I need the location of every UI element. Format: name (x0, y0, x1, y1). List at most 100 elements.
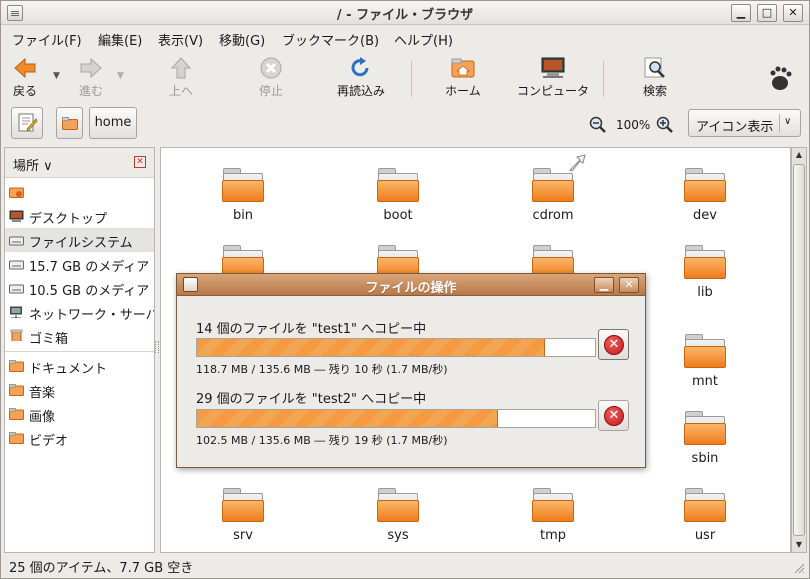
sidebar-item-label: 15.7 GB のメディア (29, 260, 150, 275)
list-item[interactable]: tmp (503, 488, 603, 543)
copy-progress-fill (197, 410, 498, 427)
back-history-chevron-icon[interactable]: ▼ (53, 71, 60, 81)
sidebar-item-pictures[interactable]: 画像 (5, 402, 154, 426)
file-name: boot (383, 208, 413, 223)
back-button[interactable]: 戻る (9, 57, 41, 99)
location-bar: home 100% アイコン表示 ∨ (1, 105, 809, 143)
forward-button[interactable]: 進む (73, 57, 109, 99)
file-operations-dialog: ファイルの操作 ▁ ✕ 14 個のファイルを "test1" へコピー中 118… (176, 273, 646, 468)
drive-icon (9, 260, 24, 270)
minimize-button[interactable]: ▁ (731, 4, 751, 22)
list-item[interactable]: usr (655, 488, 755, 543)
list-item[interactable]: srv (193, 488, 293, 543)
resize-grip-icon[interactable] (793, 562, 805, 574)
reload-button[interactable]: 再読込み (333, 57, 389, 99)
vertical-scrollbar[interactable]: ▲ ▼ (791, 147, 807, 553)
sidebar-item-trash[interactable]: ゴミ箱 (5, 324, 154, 348)
stop-label: 停止 (258, 84, 283, 98)
forward-label: 進む (78, 84, 103, 98)
menu-help[interactable]: ヘルプ(H) (394, 30, 453, 49)
folder-icon (377, 488, 419, 522)
folder-icon (222, 488, 264, 522)
toggle-location-entry-button[interactable] (11, 107, 43, 139)
copy-progress-fill (197, 339, 546, 356)
list-item[interactable]: boot (348, 168, 448, 223)
scroll-up-icon[interactable]: ▲ (792, 148, 806, 162)
view-mode-select[interactable]: アイコン表示 ∨ (688, 109, 801, 137)
list-item[interactable]: sys (348, 488, 448, 543)
copy-operation-label: 14 個のファイルを "test1" へコピー中 (196, 322, 427, 337)
stop-button[interactable]: 停止 (254, 57, 288, 99)
scrollbar-thumb[interactable] (793, 164, 805, 536)
close-sidebar-icon[interactable]: ✕ (134, 156, 146, 168)
dialog-title-bar[interactable]: ファイルの操作 ▁ ✕ (177, 274, 645, 296)
maximize-button[interactable]: □ (757, 4, 777, 22)
drive-icon (9, 284, 24, 294)
toolbar: 戻る ▼ 進む ▼ 上へ 停止 再読込み ホーム コンピュータ 検索 (1, 53, 809, 103)
list-item[interactable]: cdrom (503, 154, 603, 223)
sidebar-item-label: ファイルシステム (29, 236, 133, 251)
sidebar-item-media-10-5[interactable]: 10.5 GB のメディア (5, 276, 154, 300)
file-name: bin (232, 208, 254, 223)
root-path-button[interactable] (56, 107, 83, 139)
menu-bookmarks[interactable]: ブックマーク(B) (282, 30, 379, 49)
menu-bar: ファイル(F) 編集(E) 表示(V) 移動(G) ブックマーク(B) ヘルプ(… (1, 26, 809, 50)
file-name: sbin (691, 451, 719, 466)
forward-history-chevron-icon[interactable]: ▼ (117, 71, 124, 81)
search-button[interactable]: 検索 (639, 57, 671, 99)
folder-icon (9, 408, 24, 420)
folder-icon (684, 334, 726, 368)
path-button-home[interactable]: home (89, 107, 137, 139)
title-bar[interactable]: / - ファイル・ブラウザ ▁ □ ✕ (1, 1, 809, 25)
symlink-arrow-icon (569, 154, 586, 172)
sidebar-item-documents[interactable]: ドキュメント (5, 354, 154, 378)
list-item[interactable]: sbin (655, 411, 755, 466)
sidebar-type-dropdown[interactable]: 場所 ∨ (13, 155, 53, 174)
close-button[interactable]: ✕ (783, 4, 803, 22)
pane-splitter[interactable] (155, 341, 159, 353)
menu-file[interactable]: ファイル(F) (12, 30, 82, 49)
places-sidebar: 場所 ∨ ✕ デスクトップ ファイルシステム 15.7 GB のメディア 10.… (4, 147, 155, 553)
menu-go[interactable]: 移動(G) (219, 30, 265, 49)
menu-view[interactable]: 表示(V) (158, 30, 203, 49)
up-button[interactable]: 上へ (164, 57, 198, 99)
cancel-copy-button[interactable]: ✕ (598, 400, 629, 431)
copy-progress-detail: 102.5 MB / 135.6 MB ― 残り 19 秒 (1.7 MB/秒) (196, 434, 448, 447)
dialog-close-button[interactable]: ✕ (619, 277, 639, 293)
list-item[interactable]: lib (655, 245, 755, 300)
chevron-down-icon: ∨ (784, 116, 792, 127)
home-button[interactable]: ホーム (441, 57, 485, 99)
list-item[interactable]: dev (655, 168, 755, 223)
sidebar-item-music[interactable]: 音楽 (5, 378, 154, 402)
status-text: 25 個のアイテム、7.7 GB 空き (9, 561, 194, 576)
list-item[interactable]: bin (193, 168, 293, 223)
sidebar-item-label: ネットワーク・サーバ (29, 308, 155, 323)
computer-icon (541, 57, 565, 79)
computer-button[interactable]: コンピュータ (512, 57, 594, 99)
sidebar-item-videos[interactable]: ビデオ (5, 426, 154, 450)
sidebar-item-media-15-7[interactable]: 15.7 GB のメディア (5, 252, 154, 276)
cancel-copy-button[interactable]: ✕ (598, 329, 629, 360)
sidebar-item-network[interactable]: ネットワーク・サーバ (5, 300, 155, 324)
menu-edit[interactable]: 編集(E) (98, 30, 142, 49)
zoom-out-icon[interactable] (589, 116, 607, 134)
folder-icon (9, 360, 24, 372)
file-name: mnt (692, 374, 718, 389)
forward-arrow-icon (79, 57, 103, 79)
folder-icon (9, 432, 24, 444)
up-arrow-icon (169, 57, 193, 79)
view-mode-value: アイコン表示 (696, 120, 774, 135)
sidebar-item-filesystem[interactable]: ファイルシステム (5, 228, 154, 252)
cancel-icon: ✕ (604, 406, 624, 426)
list-item[interactable]: mnt (655, 334, 755, 389)
dialog-minimize-button[interactable]: ▁ (594, 277, 614, 293)
sidebar-title: 場所 (13, 159, 40, 174)
sidebar-item-desktop[interactable]: デスクトップ (5, 204, 154, 228)
folder-icon (532, 154, 586, 202)
sidebar-item-label: 10.5 GB のメディア (29, 284, 150, 299)
scroll-down-icon[interactable]: ▼ (792, 538, 806, 552)
sidebar-item-home[interactable] (5, 180, 154, 204)
copy-operation-label: 29 個のファイルを "test2" へコピー中 (196, 392, 427, 407)
dialog-title: ファイルの操作 (365, 281, 457, 296)
zoom-in-icon[interactable] (656, 116, 674, 134)
